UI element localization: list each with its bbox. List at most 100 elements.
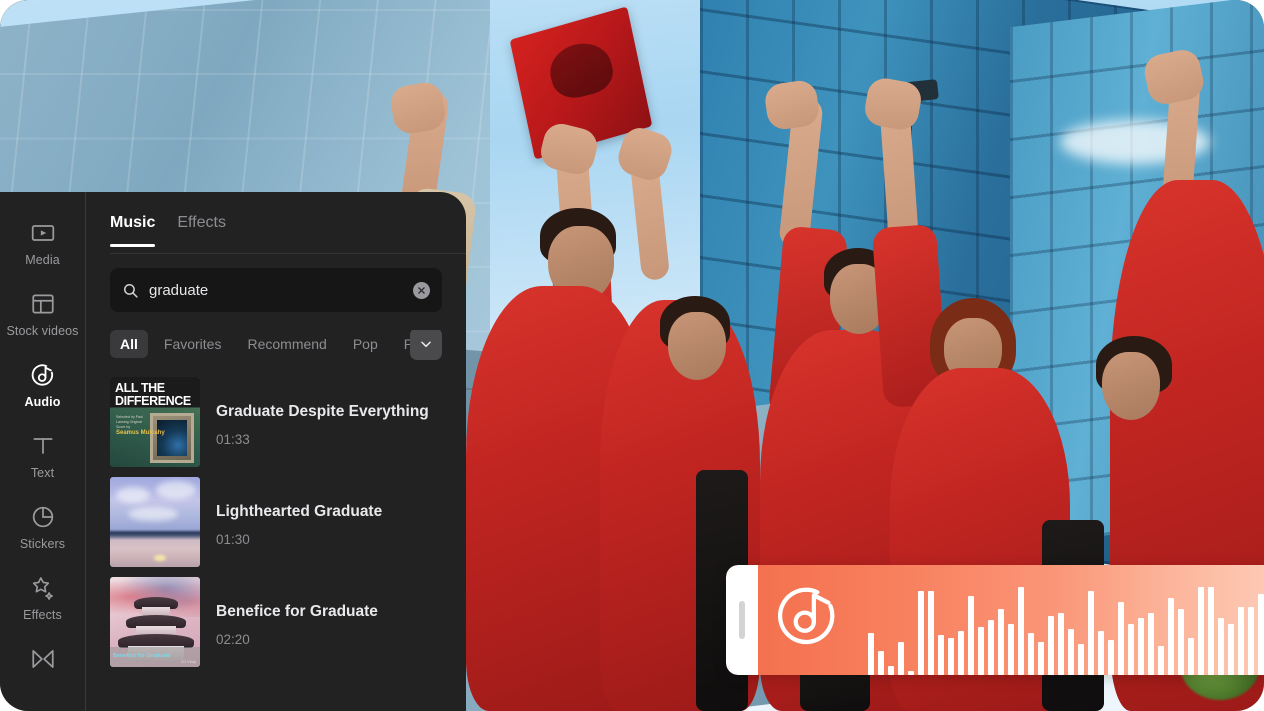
waveform-bar [978, 626, 984, 675]
audio-panel: Music Effects graduate All Favorites Rec… [86, 192, 466, 711]
sidebar-item-audio[interactable]: Audio [0, 352, 85, 423]
chip-pop[interactable]: Pop [343, 330, 388, 358]
waveform-bar [868, 633, 874, 675]
search-input[interactable]: graduate [110, 268, 442, 312]
waveform-bar [1248, 606, 1254, 675]
album-art-title: Benefice for Graduate [113, 653, 171, 659]
cloud [156, 481, 196, 499]
sidebar-item-label: Text [30, 466, 55, 480]
trim-handle-icon[interactable] [726, 565, 758, 675]
face [1102, 352, 1160, 420]
waveform-bar [1108, 639, 1114, 675]
waveform-bar [1258, 593, 1264, 675]
album-art: Benefice for Graduate DJ Vinty [110, 577, 200, 667]
waveform-bar [1228, 624, 1234, 675]
stickers-icon [30, 504, 56, 530]
album-art: ALL THE DIFFERENCE Selected by Paul Lans… [110, 377, 200, 467]
waveform-bar [948, 637, 954, 675]
waveform-bar [908, 670, 914, 675]
track-duration: 01:30 [216, 531, 250, 547]
chip-all[interactable]: All [110, 330, 148, 358]
audio-note-icon [774, 581, 840, 647]
album-art [110, 477, 200, 567]
waveform-bar [1018, 587, 1024, 675]
cloud [128, 507, 178, 521]
waveform-bar [1168, 598, 1174, 675]
horizon-glow [154, 555, 166, 561]
track-meta: Graduate Despite Everything 01:33 [216, 398, 429, 447]
waveform-bar [878, 650, 884, 675]
album-art-seascape [110, 477, 200, 567]
waveform-bar [1238, 606, 1244, 675]
list-item[interactable]: ALL THE DIFFERENCE Selected by Paul Lans… [102, 372, 442, 472]
waveform-bar [1088, 591, 1094, 675]
handle-grip [739, 601, 745, 639]
chip-favorites[interactable]: Favorites [154, 330, 232, 358]
sidebar-item-effects[interactable]: Effects [0, 565, 85, 636]
track-meta: Lighthearted Graduate 01:30 [216, 498, 382, 547]
effects-icon [30, 575, 56, 601]
tab-effects-label: Effects [177, 214, 226, 231]
waveform-bar [1038, 642, 1044, 675]
album-art-window [150, 413, 194, 463]
sidebar-item-media[interactable]: Media [0, 210, 85, 281]
track-title: Lighthearted Graduate [216, 502, 383, 520]
waveform-bar [1138, 617, 1144, 675]
sidebar-item-label: Stock videos [6, 324, 79, 338]
waveform-bar [1128, 624, 1134, 675]
stock-videos-icon [30, 291, 56, 317]
album-art-pagoda: Benefice for Graduate DJ Vinty [110, 577, 200, 667]
waveform-bar [888, 666, 894, 675]
waveform-bar [1118, 602, 1124, 675]
sidebar-item-stock-videos[interactable]: Stock videos [0, 281, 85, 352]
waveform-bar [1218, 617, 1224, 675]
panel-tabs: Music Effects [86, 192, 466, 254]
chevron-down-icon[interactable] [410, 330, 442, 360]
transitions-icon [30, 646, 56, 672]
waveform-bar [988, 620, 994, 675]
waveform-bar [1198, 587, 1204, 675]
album-art-credit: DJ Vinty [181, 659, 196, 664]
track-title: Graduate Despite Everything [216, 402, 429, 420]
sidebar-item-label: Stickers [19, 537, 66, 551]
sidebar-item-stickers[interactable]: Stickers [0, 494, 85, 565]
list-item[interactable]: Benefice for Graduate DJ Vinty Benefice … [102, 572, 442, 672]
video-editor-window: Media Stock videos Audio Text Stickers E… [0, 0, 1264, 711]
album-art-subtitle: Selected by Paul Lansing Original Score … [116, 415, 143, 429]
cloud [116, 487, 150, 503]
chip-recommend[interactable]: Recommend [237, 330, 336, 358]
sidebar-item-label: Effects [23, 608, 62, 622]
sidebar-item-label: Media [25, 253, 60, 267]
audio-clip-body[interactable] [758, 565, 1264, 675]
editor-sidebar: Media Stock videos Audio Text Stickers E… [0, 192, 86, 711]
tab-music-label: Music [110, 214, 156, 231]
album-art-all-the-difference: ALL THE DIFFERENCE Selected by Paul Lans… [110, 377, 200, 467]
list-item[interactable]: Lighthearted Graduate 01:30 [102, 472, 442, 572]
waveform-bar [938, 635, 944, 675]
album-art-title-line2: DIFFERENCE [115, 394, 191, 408]
tabs-divider [110, 253, 466, 254]
waveform-bar [928, 591, 934, 675]
text-icon [30, 433, 56, 459]
sidebar-item-transitions[interactable] [0, 636, 85, 693]
album-art-artist: Seamus Mulcahy [116, 430, 165, 436]
sidebar-item-text[interactable]: Text [0, 423, 85, 494]
track-title: Benefice for Graduate [216, 602, 378, 620]
filter-chips-row: All Favorites Recommend Pop P [110, 330, 423, 358]
tab-music[interactable]: Music [110, 214, 156, 247]
waveform-bar [1208, 587, 1214, 675]
waveform-bar [1188, 637, 1194, 675]
waveform-bar [918, 591, 924, 675]
waveform-bar [1148, 613, 1154, 675]
tab-effects[interactable]: Effects [177, 214, 226, 246]
sidebar-item-label: Audio [24, 395, 61, 409]
track-duration: 01:33 [216, 431, 250, 447]
waveform-bar [1178, 609, 1184, 675]
close-icon[interactable] [413, 281, 430, 299]
waveform-bar [1078, 644, 1084, 675]
waveform-bar [1028, 633, 1034, 675]
audio-clip[interactable] [726, 565, 1264, 675]
music-track-list[interactable]: ALL THE DIFFERENCE Selected by Paul Lans… [86, 372, 466, 682]
waveform-bar [1068, 628, 1074, 675]
search-value: graduate [149, 281, 209, 299]
